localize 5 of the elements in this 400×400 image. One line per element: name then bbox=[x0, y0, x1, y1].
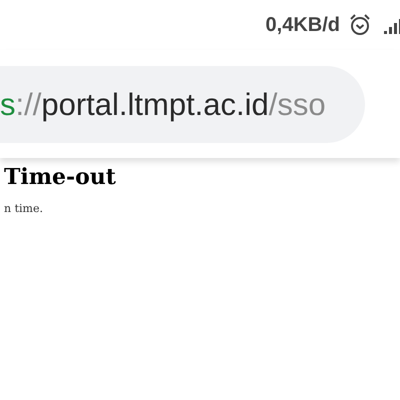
address-bar[interactable]: s://portal.ltmpt.ac.id/sso bbox=[0, 66, 365, 143]
network-speed: 0,4KB/d bbox=[266, 14, 340, 36]
error-message: n time. bbox=[4, 202, 44, 215]
alarm-icon bbox=[348, 13, 372, 37]
page-heading: Time-out bbox=[4, 164, 117, 190]
